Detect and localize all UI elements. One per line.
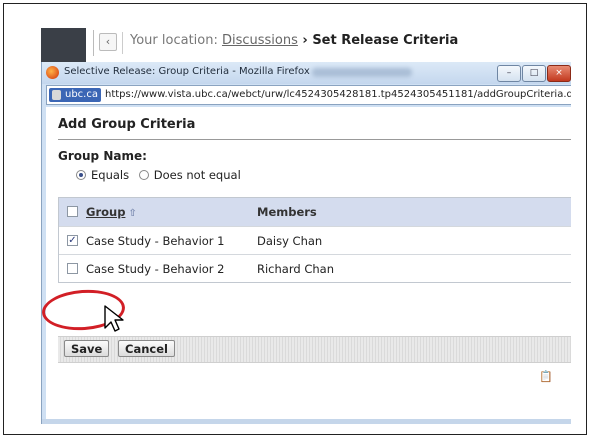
column-header-group[interactable]: Group ⇧ bbox=[86, 205, 137, 219]
blurred-tab-text bbox=[312, 68, 412, 77]
radio-equals[interactable] bbox=[76, 170, 86, 180]
site-identity-badge[interactable]: ubc.ca bbox=[49, 88, 101, 102]
table-header-row: Group ⇧ Members bbox=[59, 198, 571, 227]
divider bbox=[122, 32, 123, 54]
radio-not-equal-label[interactable]: Does not equal bbox=[154, 168, 241, 182]
check-icon: ✓ bbox=[68, 235, 77, 246]
breadcrumb: Your location: Discussions › Set Release… bbox=[130, 33, 458, 48]
clipboard-icon[interactable]: 📋 bbox=[539, 370, 553, 383]
row-group-name: Case Study - Behavior 2 bbox=[86, 262, 225, 276]
breadcrumb-current: Set Release Criteria bbox=[312, 33, 459, 48]
cancel-button[interactable]: Cancel bbox=[118, 340, 175, 357]
match-radio-group: Equals Does not equal bbox=[76, 168, 241, 182]
minimize-button[interactable]: – bbox=[497, 65, 521, 82]
maximize-button[interactable]: □ bbox=[522, 65, 546, 82]
url-text[interactable]: https://www.vista.ubc.ca/webct/urw/lc452… bbox=[105, 89, 571, 100]
row-members: Richard Chan bbox=[257, 262, 334, 276]
column-header-group-label[interactable]: Group bbox=[86, 205, 125, 219]
group-name-label: Group Name: bbox=[58, 149, 147, 163]
address-bar[interactable]: ubc.ca https://www.vista.ubc.ca/webct/ur… bbox=[46, 85, 571, 105]
status-bar bbox=[42, 419, 571, 424]
browser-window: Selective Release: Group Criteria - Mozi… bbox=[41, 62, 571, 424]
row-checkbox[interactable] bbox=[67, 263, 78, 274]
radio-not-equal[interactable] bbox=[138, 170, 149, 180]
lock-icon bbox=[52, 90, 61, 100]
breadcrumb-prefix: Your location: bbox=[130, 33, 222, 48]
column-header-members: Members bbox=[257, 205, 317, 219]
firefox-icon bbox=[46, 66, 59, 79]
background-page-bar: ⌄ ‹ Your location: Discussions › Set Rel… bbox=[41, 18, 571, 69]
row-members: Daisy Chan bbox=[257, 234, 323, 248]
close-button[interactable]: × bbox=[547, 65, 571, 82]
breadcrumb-link-discussions[interactable]: Discussions bbox=[222, 33, 298, 48]
save-button[interactable]: Save bbox=[64, 340, 110, 357]
sort-arrow-icon[interactable]: ⇧ bbox=[128, 208, 136, 219]
background-dark-panel: ⌄ bbox=[41, 28, 86, 69]
breadcrumb-separator: › bbox=[297, 33, 313, 48]
radio-equals-label[interactable]: Equals bbox=[91, 168, 129, 182]
mouse-pointer-icon bbox=[104, 305, 124, 332]
screenshot-frame: ⌄ ‹ Your location: Discussions › Set Rel… bbox=[3, 3, 587, 435]
window-titlebar[interactable]: Selective Release: Group Criteria - Mozi… bbox=[42, 62, 571, 84]
table-row: Case Study - Behavior 2 Richard Chan bbox=[59, 255, 571, 282]
group-table: Group ⇧ Members ✓ Case Study - Behavior 1… bbox=[58, 197, 571, 283]
select-all-checkbox[interactable] bbox=[67, 206, 78, 217]
heading-divider bbox=[58, 139, 571, 140]
back-button[interactable]: ‹ bbox=[99, 33, 117, 51]
divider bbox=[93, 30, 94, 56]
row-group-name: Case Study - Behavior 1 bbox=[86, 234, 225, 248]
window-title: Selective Release: Group Criteria - Mozi… bbox=[64, 66, 310, 77]
action-button-bar: Save Cancel bbox=[58, 336, 571, 363]
table-row: ✓ Case Study - Behavior 1 Daisy Chan bbox=[59, 227, 571, 255]
page-content: Add Group Criteria Group Name: Equals Do… bbox=[46, 107, 571, 419]
row-checkbox-checked[interactable]: ✓ bbox=[67, 235, 78, 246]
page-title: Add Group Criteria bbox=[58, 117, 196, 132]
site-badge-label: ubc.ca bbox=[65, 89, 98, 100]
screenshot: ⌄ ‹ Your location: Discussions › Set Rel… bbox=[41, 18, 571, 424]
